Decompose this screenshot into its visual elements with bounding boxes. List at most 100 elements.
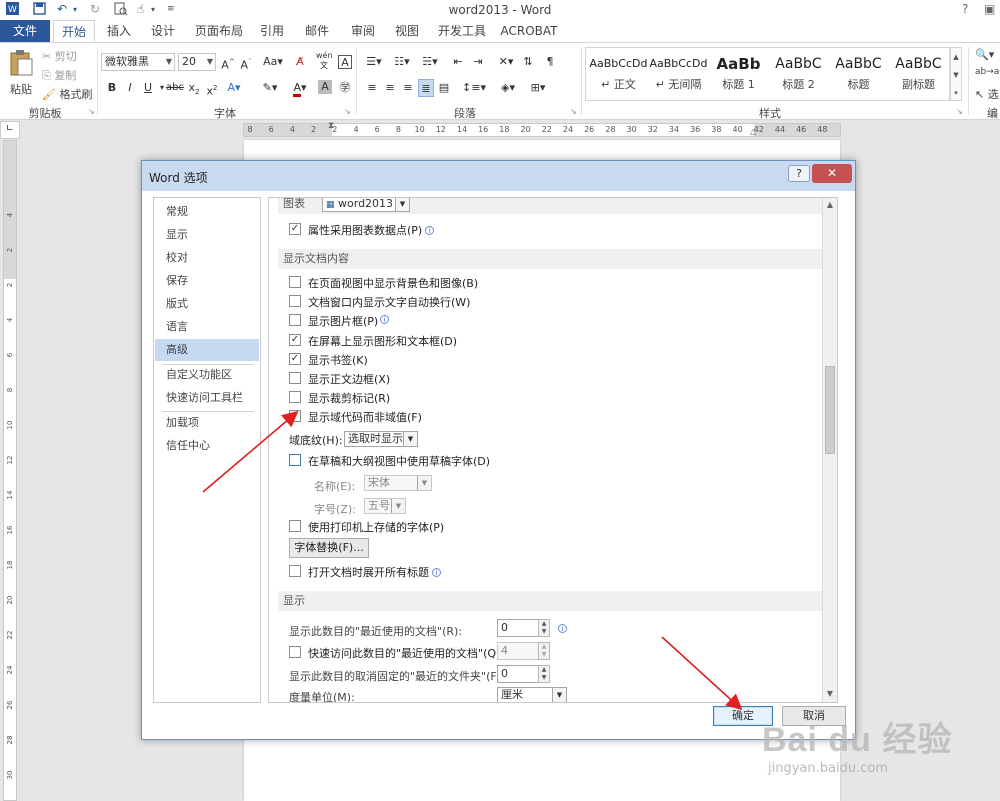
tab-design[interactable]: 设计 bbox=[144, 20, 182, 42]
horizontal-ruler[interactable]: ⧗ △ 8 6 4 2 2 4 6 8 10 12 14 16 18 20 22 24 26 28 30 32 34 36… bbox=[243, 121, 841, 137]
tab-file[interactable]: 文件 bbox=[0, 20, 50, 42]
borders-icon[interactable]: ⊞▾ bbox=[526, 79, 550, 97]
nav-item-proofing[interactable]: 校对 bbox=[155, 247, 259, 269]
copy-button[interactable]: ⎘ 复制 bbox=[42, 67, 76, 83]
enclose-characters-icon[interactable]: ㊫ bbox=[337, 79, 353, 97]
nav-item-save[interactable]: 保存 bbox=[155, 270, 259, 292]
character-border-icon[interactable]: A bbox=[338, 55, 352, 69]
character-shading-icon[interactable]: A bbox=[318, 80, 332, 94]
tab-references[interactable]: 引用 bbox=[254, 20, 290, 42]
field-shading-select[interactable]: 选取时显示 ▼ bbox=[344, 431, 418, 447]
strikethrough-icon[interactable]: abc bbox=[166, 79, 184, 97]
checkbox-unchecked[interactable] bbox=[289, 314, 301, 327]
content-scrollbar[interactable]: ▲ ▼ bbox=[822, 198, 837, 702]
nav-item-quick-access-toolbar[interactable]: 快速访问工具栏 bbox=[155, 387, 259, 409]
find-icon[interactable]: 🔍▾ bbox=[975, 48, 994, 61]
recent-docs-input[interactable]: 0 bbox=[497, 619, 539, 637]
font-name-combo[interactable]: 微软雅黑 ▼ bbox=[101, 53, 175, 71]
sort-icon[interactable]: ⇅ bbox=[520, 53, 536, 71]
chinese-layout-icon[interactable]: ✕▾ bbox=[494, 53, 518, 71]
checkbox-unchecked[interactable] bbox=[289, 372, 301, 384]
style-subtitle[interactable]: AaBbC 副标题 bbox=[888, 52, 949, 92]
nav-item-general[interactable]: 常规 bbox=[155, 201, 259, 223]
measure-units-select[interactable]: 厘米 ▼ bbox=[497, 687, 567, 702]
align-center-icon[interactable]: ≡ bbox=[382, 79, 398, 97]
align-left-icon[interactable]: ≡ bbox=[364, 79, 380, 97]
spin-arrows-icon[interactable]: ▲ ▼ bbox=[538, 665, 550, 683]
tab-page-layout[interactable]: 页面布局 bbox=[190, 20, 248, 42]
help-icon[interactable]: ? bbox=[962, 2, 968, 16]
increase-indent-icon[interactable]: ⇥ bbox=[470, 53, 486, 71]
style-heading-1[interactable]: AaBb 标题 1 bbox=[708, 52, 769, 92]
bullets-icon[interactable]: ☰▾ bbox=[362, 53, 386, 71]
italic-icon[interactable]: I bbox=[122, 79, 138, 97]
checkbox-unchecked[interactable] bbox=[289, 295, 301, 308]
styles-launcher-icon[interactable]: ↘ bbox=[956, 107, 963, 116]
tab-developer[interactable]: 开发工具 bbox=[432, 20, 492, 42]
nav-item-add-ins[interactable]: 加载项 bbox=[155, 412, 259, 434]
checkbox-checked[interactable]: ✓ bbox=[289, 352, 301, 365]
decrease-indent-icon[interactable]: ⇤ bbox=[450, 53, 466, 71]
tab-mailings[interactable]: 邮件 bbox=[298, 20, 336, 42]
font-color-icon[interactable]: A▾ bbox=[288, 79, 312, 97]
style-normal[interactable]: AaBbCcDd ↵ 正文 bbox=[588, 52, 649, 92]
checkbox-unchecked[interactable] bbox=[289, 646, 301, 658]
paste-button[interactable]: 粘贴 bbox=[6, 47, 36, 101]
line-spacing-icon[interactable]: ↕≡▾ bbox=[462, 79, 486, 97]
scroll-up-icon[interactable]: ▲ bbox=[823, 200, 837, 209]
tab-review[interactable]: 审阅 bbox=[344, 20, 382, 42]
distributed-icon[interactable]: ▤ bbox=[436, 79, 452, 97]
checkbox-unchecked[interactable] bbox=[289, 454, 301, 466]
select-icon[interactable]: ↖ 选 bbox=[975, 86, 999, 102]
style-title[interactable]: AaBbC 标题 bbox=[828, 52, 889, 92]
clipboard-launcher-icon[interactable]: ↘ bbox=[88, 107, 95, 116]
shading-icon[interactable]: ◈▾ bbox=[496, 79, 520, 97]
quick-recent-input[interactable]: 4 bbox=[497, 642, 539, 660]
vertical-ruler[interactable]: 422468101214161820222426283032 bbox=[3, 140, 17, 801]
change-case-icon[interactable]: Aa▾ bbox=[262, 53, 284, 71]
ribbon-display-icon[interactable]: ▣ bbox=[984, 2, 995, 16]
chart-document-select[interactable]: ▦ word2013 ▼ bbox=[322, 198, 410, 212]
format-painter-button[interactable]: 🖌 格式刷 bbox=[42, 86, 92, 102]
checkbox-checked[interactable]: ✓ bbox=[289, 333, 301, 346]
draft-font-size-select[interactable]: 五号 ▼ bbox=[364, 498, 406, 514]
paragraph-launcher-icon[interactable]: ↘ bbox=[570, 107, 577, 116]
checkbox-unchecked[interactable] bbox=[289, 391, 301, 404]
font-size-combo[interactable]: 20 ▼ bbox=[178, 53, 216, 71]
nav-item-language[interactable]: 语言 bbox=[155, 316, 259, 338]
style-no-spacing[interactable]: AaBbCcDd ↵ 无间隔 bbox=[648, 52, 709, 92]
tab-home[interactable]: 开始 bbox=[53, 20, 95, 42]
checkbox-unchecked[interactable] bbox=[289, 520, 301, 532]
justify-icon[interactable]: ≣ bbox=[418, 79, 434, 97]
dialog-close-button[interactable]: ✕ bbox=[812, 164, 852, 183]
tab-view[interactable]: 视图 bbox=[388, 20, 426, 42]
checkbox-checked[interactable]: ✓ bbox=[289, 223, 301, 235]
scroll-down-icon[interactable]: ▼ bbox=[823, 689, 837, 698]
subscript-icon[interactable]: x2 bbox=[186, 79, 202, 97]
nav-item-trust-center[interactable]: 信任中心 bbox=[155, 435, 259, 457]
nav-item-advanced[interactable]: 高级 bbox=[155, 339, 259, 361]
style-heading-2[interactable]: AaBbC 标题 2 bbox=[768, 52, 829, 92]
tab-insert[interactable]: 插入 bbox=[100, 20, 138, 42]
multilevel-list-icon[interactable]: ☵▾ bbox=[418, 53, 442, 71]
font-launcher-icon[interactable]: ↘ bbox=[344, 107, 351, 116]
nav-item-customize-ribbon[interactable]: 自定义功能区 bbox=[155, 364, 259, 386]
nav-item-display[interactable]: 显示 bbox=[155, 224, 259, 246]
grow-font-icon[interactable]: A^ bbox=[220, 53, 236, 72]
unpinned-folders-input[interactable]: 0 bbox=[497, 665, 539, 683]
font-substitution-button[interactable]: 字体替换(F)... bbox=[289, 538, 369, 558]
align-right-icon[interactable]: ≡ bbox=[400, 79, 416, 97]
checkbox-unchecked[interactable] bbox=[289, 410, 301, 423]
spin-arrows-icon[interactable]: ▲ ▼ bbox=[538, 619, 550, 637]
draft-font-name-select[interactable]: 宋体 ▼ bbox=[364, 475, 432, 491]
clear-formatting-icon[interactable]: A̸ bbox=[292, 53, 308, 71]
show-marks-icon[interactable]: ¶ bbox=[542, 53, 558, 71]
highlight-icon[interactable]: ✎▾ bbox=[258, 79, 282, 97]
styles-scroll[interactable]: ▲ ▼ ▾ bbox=[950, 47, 962, 101]
checkbox-unchecked[interactable] bbox=[289, 565, 301, 577]
tab-acrobat[interactable]: ACROBAT bbox=[498, 20, 560, 42]
superscript-icon[interactable]: x2 bbox=[204, 79, 220, 98]
text-effects-icon[interactable]: A▾ bbox=[226, 79, 242, 97]
nav-item-typography[interactable]: 版式 bbox=[155, 293, 259, 315]
shrink-font-icon[interactable]: Aˇ bbox=[238, 53, 254, 72]
